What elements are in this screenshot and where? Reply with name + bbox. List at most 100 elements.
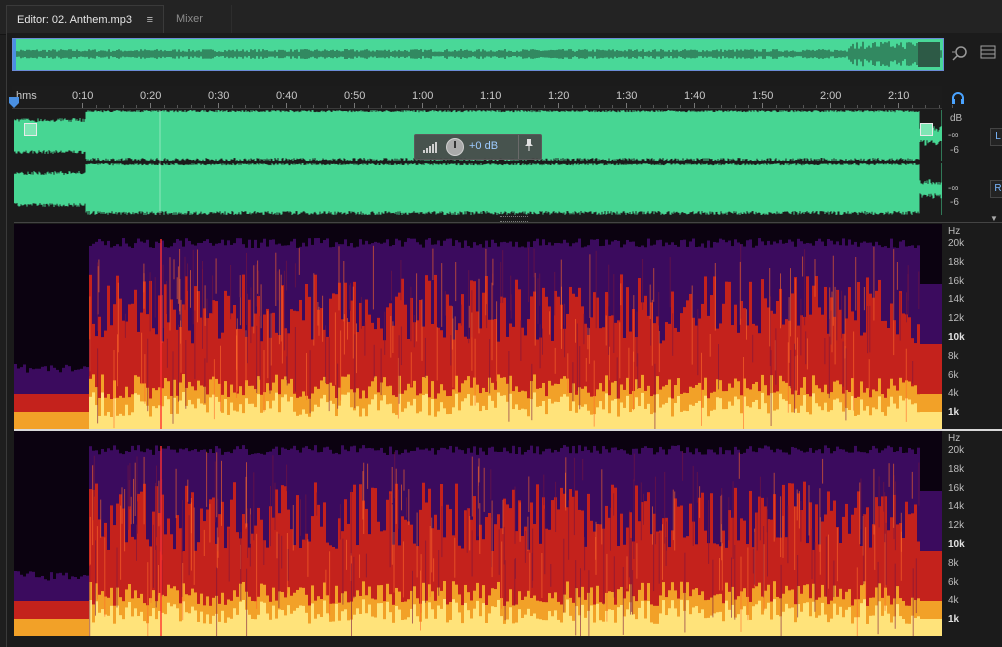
ruler-tick [558,103,559,108]
ruler-minor-tick [653,105,655,108]
ruler-minor-tick [707,105,709,108]
ruler-minor-tick [109,105,111,108]
spectrogram-left[interactable] [14,224,942,429]
tab-menu-icon[interactable]: ≡ [147,6,153,35]
ruler-tick [830,103,831,108]
ruler-minor-tick [204,105,206,108]
ruler-tick [286,103,287,108]
spectrogram-left-graph [14,238,942,429]
ruler-minor-tick [122,105,124,108]
ruler-minor-tick [231,105,233,108]
ruler-minor-tick [721,105,723,108]
ruler-minor-tick [408,105,410,108]
ruler-minor-tick [326,105,328,108]
ruler-tick [218,103,219,108]
ruler-minor-tick [884,105,886,108]
hz-tick-label: 12k [948,520,965,532]
playhead-marker[interactable] [9,96,19,108]
ruler-minor-tick [938,105,940,108]
ruler-minor-tick [394,105,396,108]
ruler-tick-label: 0:20 [140,90,162,102]
waveform-display[interactable] [14,110,942,215]
ruler-minor-tick [571,105,573,108]
db-inf-right: -∞ [948,183,959,194]
hz-tick-label: 12k [948,313,965,325]
db-minus6-right: -6 [950,197,959,208]
ruler-tick-label: 2:00 [820,90,842,102]
ruler-minor-tick [816,105,818,108]
ruler-tick-label: 0:40 [276,90,298,102]
hz-tick-label: 10k [948,332,965,343]
zoom-icon[interactable] [950,44,970,64]
channel-right-toggle[interactable]: R [990,180,1002,198]
ruler-minor-tick [925,105,927,108]
ruler-tick [762,103,763,108]
ruler-minor-tick [245,105,247,108]
ruler-minor-tick [435,105,437,108]
ruler-tick-label: 2:10 [888,90,910,102]
ruler-tick-label: 1:00 [412,90,434,102]
ruler-minor-tick [299,105,301,108]
hz-tick-label: 10k [948,539,965,550]
tab-mixer[interactable]: Mixer [166,5,232,34]
hz-tick-label: 1k [948,407,960,419]
ruler-minor-tick [313,105,315,108]
ruler-minor-tick [381,105,383,108]
ruler-tick-label: 0:30 [208,90,230,102]
hz-unit-label: Hz [948,433,961,444]
hz-tick-label: 16k [948,275,965,287]
ruler-tick [694,103,695,108]
gain-value[interactable]: +0 dB [469,140,498,152]
hz-tick-label: 6k [948,369,959,381]
time-ruler[interactable]: hms 0:10 0:20 0:30 0:40 0:50 1:00 1:10 1:20 1:30… [12,86,954,109]
overview-navigator[interactable] [12,38,944,71]
hz-tick-label: 18k [948,463,965,475]
ruler-tick-label: 0:50 [344,90,366,102]
db-minus6-left: -6 [950,145,959,156]
ruler-minor-tick [272,105,274,108]
channel-left-toggle[interactable]: L [990,128,1002,146]
hz-tick-label: 20k [948,238,965,249]
ruler-minor-tick [367,105,369,108]
ruler-minor-tick [177,105,179,108]
panel-menu-icon[interactable] [978,45,998,63]
ruler-tick [150,103,151,108]
tab-editor[interactable]: Editor: 02. Anthem.mp3 ≡ [6,5,164,34]
ruler-minor-tick [843,105,845,108]
ruler-minor-tick [639,105,641,108]
ruler-minor-tick [666,105,668,108]
db-label: dB [950,113,963,124]
waveform-graph [14,110,942,215]
ruler-minor-tick [340,105,342,108]
hz-unit-label: Hz [948,226,961,237]
hz-tick-label: 16k [948,482,965,494]
ruler-minor-tick [190,105,192,108]
hz-tick-label: 1k [948,614,960,626]
ruler-minor-tick [598,105,600,108]
tab-mixer-label: Mixer [176,13,203,25]
ruler-minor-tick [585,105,587,108]
ruler-minor-tick [612,105,614,108]
ruler-minor-tick [870,105,872,108]
ruler-tick-label: 1:10 [480,90,502,102]
ruler-minor-tick [163,105,165,108]
tab-editor-label: Editor: 02. Anthem.mp3 [17,14,132,26]
pin-icon[interactable] [524,139,534,154]
ruler-minor-tick [734,105,736,108]
hz-tick-label: 14k [948,501,965,513]
fade-out-handle[interactable] [920,123,933,136]
ruler-tick-label: 0:10 [72,90,94,102]
headphones-icon[interactable] [950,90,966,106]
db-inf-left: -∞ [948,130,959,141]
ruler-minor-tick [462,105,464,108]
gain-hud[interactable]: +0 dB [414,134,542,160]
ruler-minor-tick [449,105,451,108]
spectrogram-right[interactable] [14,431,942,636]
spectral-top-border [14,222,1002,223]
fade-in-handle[interactable] [24,123,37,136]
gain-knob[interactable] [446,138,464,156]
ruler-tick [626,103,627,108]
hud-divider [518,135,519,159]
ruler-minor-tick [748,105,750,108]
ruler-minor-tick [775,105,777,108]
